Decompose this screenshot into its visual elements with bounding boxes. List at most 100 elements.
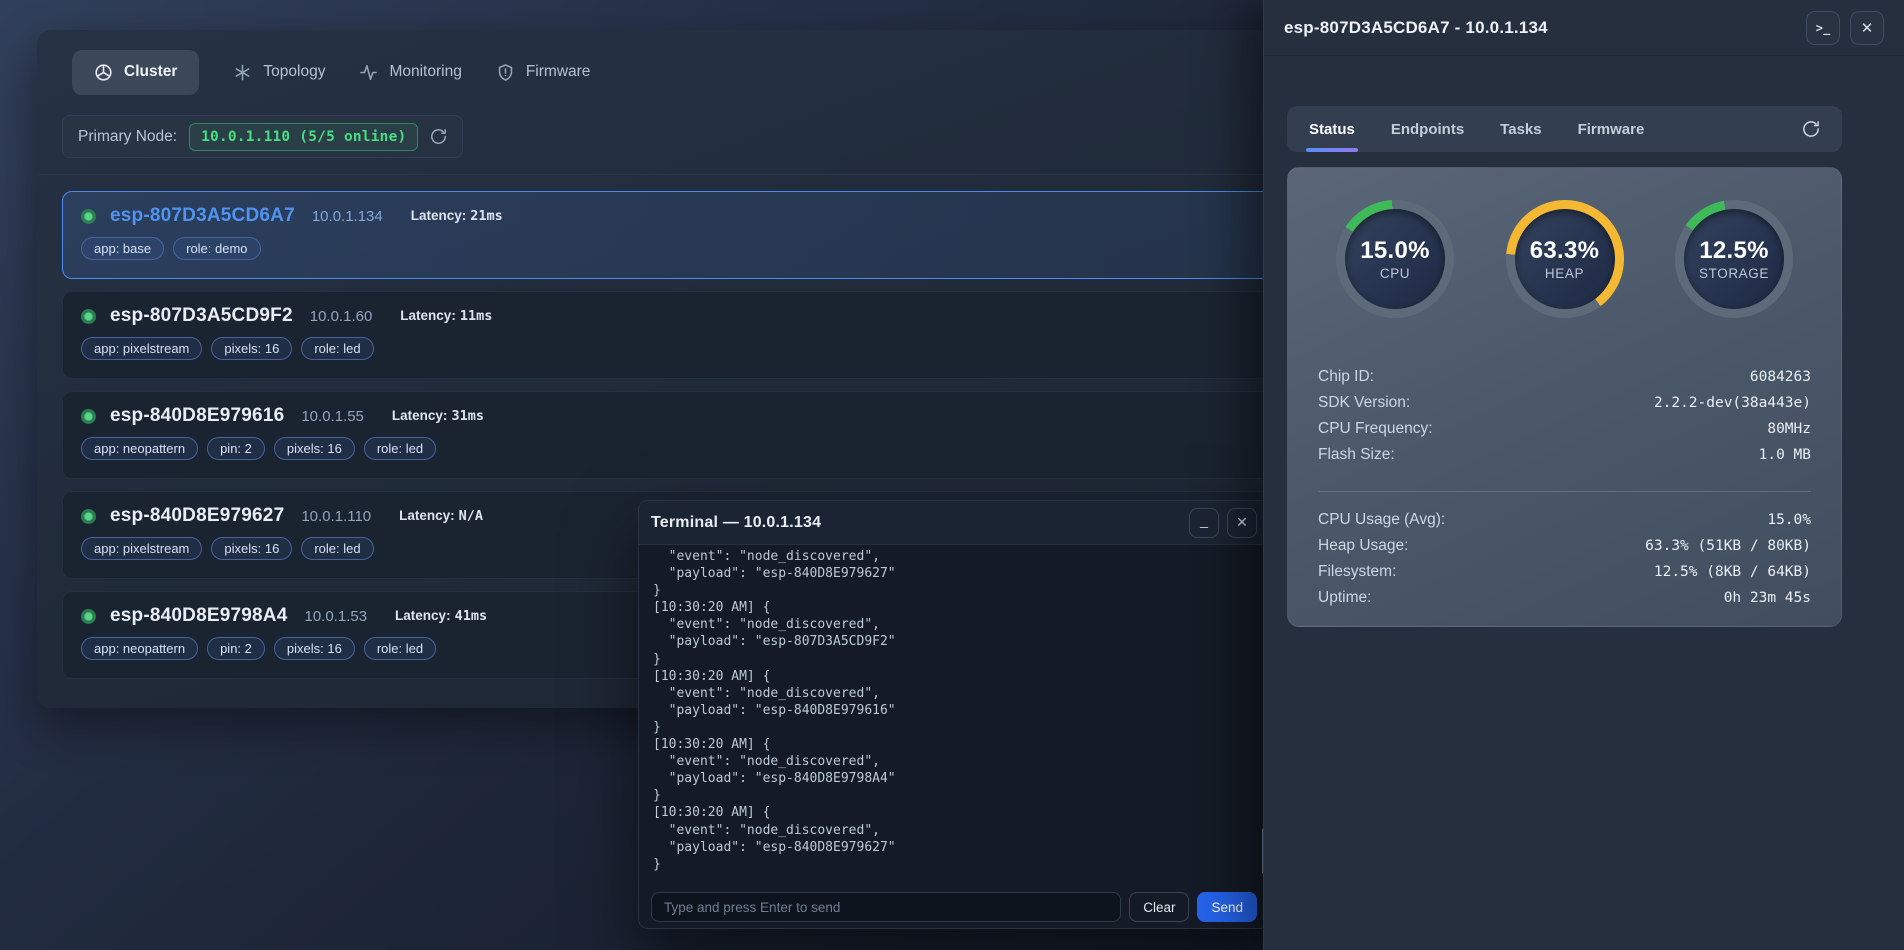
online-status-icon [81,309,96,324]
terminal-log: "event": "node_discovered", "payload": "… [639,545,1269,884]
terminal-title: Terminal — 10.0.1.134 [651,514,821,532]
gauge-label: CPU [1380,266,1410,281]
detail-row: SDK Version: 2.2.2-dev(38a443e) [1318,394,1811,420]
detail-row: CPU Frequency: 80MHz [1318,420,1811,446]
detail-row: Chip ID: 6084263 [1318,368,1811,394]
online-status-icon [81,409,96,424]
panel-title: esp-807D3A5CD6A7 - 10.0.1.134 [1284,18,1548,38]
terminal-input[interactable] [651,892,1121,922]
detail-value: 6084263 [1750,369,1811,385]
gauge-label: STORAGE [1699,266,1769,281]
panel-refresh-icon[interactable] [1802,120,1820,138]
terminal-prompt-icon: >_ [1816,21,1830,35]
node-latency: Latency:11ms [400,308,492,324]
node-name: esp-840D8E9798A4 [110,605,287,627]
panel-header: esp-807D3A5CD6A7 - 10.0.1.134 >_ ✕ [1264,0,1904,56]
gauges-row: 15.0%CPU 63.3%HEAP 12.5%STORAGE [1318,200,1811,318]
latency-value: 11ms [460,308,493,324]
panel-content: StatusEndpointsTasksFirmware 15.0%CPU63.… [1287,56,1842,627]
node-tag: role: demo [173,237,260,260]
detail-value: 0h 23m 45s [1724,590,1811,606]
node-tag: role: led [364,637,436,660]
clear-button[interactable]: Clear [1129,892,1189,922]
node-name: esp-840D8E979616 [110,405,284,427]
nav-tab-firmware[interactable]: Firmware [496,63,591,82]
node-tag: pixels: 16 [274,637,355,660]
panel-tab-firmware[interactable]: Firmware [1578,106,1645,152]
detail-row: Filesystem:12.5% (8KB / 64KB) [1318,563,1811,589]
minimize-icon: _ [1200,512,1208,528]
panel-close-button[interactable]: ✕ [1850,11,1884,45]
node-name: esp-840D8E979627 [110,505,284,527]
detail-label: CPU Frequency: [1318,420,1433,438]
panel-tab-endpoints[interactable]: Endpoints [1391,106,1464,152]
panel-tabs: Status Endpoints Tasks Firmware [1287,106,1842,152]
send-button[interactable]: Send [1197,892,1257,922]
firmware-icon [496,63,515,82]
nav-tab-label: Monitoring [389,63,461,81]
detail-row: Flash Size: 1.0 MB [1318,446,1811,472]
refresh-icon[interactable] [430,128,447,145]
nav-tab-label: Cluster [124,63,177,81]
node-latency: Latency:21ms [411,208,503,224]
node-latency: Latency:31ms [392,408,484,424]
detail-value: 1.0 MB [1759,447,1811,463]
close-button[interactable]: ✕ [1227,508,1257,538]
detail-label: SDK Version: [1318,394,1410,412]
gauge-inner: 63.3%HEAP [1515,209,1615,309]
online-status-icon [81,609,96,624]
panel-tab-status[interactable]: Status [1309,106,1355,152]
primary-node-label: Primary Node: [78,128,177,146]
detail-label: Uptime: [1318,589,1371,607]
online-status-icon [81,509,96,524]
nav-tab-cluster[interactable]: Cluster [72,50,199,95]
gauge-cpu: 15.0%CPU [1336,200,1454,318]
primary-node-bar: Primary Node: 10.0.1.110 (5/5 online) [62,115,463,158]
monitoring-icon [359,63,378,82]
latency-value: N/A [459,508,483,524]
open-terminal-button[interactable]: >_ [1806,11,1840,45]
detail-row: Heap Usage:63.3% (51KB / 80KB) [1318,537,1811,563]
status-card: 15.0%CPU63.3%HEAP12.5%STORAGE Chip ID:60… [1287,167,1842,627]
detail-label: Heap Usage: [1318,537,1408,555]
node-tag: pixels: 16 [211,537,292,560]
detail-value: 2.2.2-dev(38a443e) [1654,395,1811,411]
cluster-icon [94,63,113,82]
panel-tab-tasks[interactable]: Tasks [1500,106,1541,152]
detail-row: Uptime: 0h 23m 45s [1318,589,1811,615]
terminal-window: Terminal — 10.0.1.134 _ ✕ "event": "node… [638,500,1270,929]
detail-value: 12.5% (8KB / 64KB) [1654,564,1811,580]
node-tag: pin: 2 [207,637,265,660]
device-details: Chip ID: 6084263 SDK Version: 2.2.2-dev(38a… [1318,368,1811,472]
node-name: esp-807D3A5CD9F2 [110,305,293,327]
nav-tab-monitoring[interactable]: Monitoring [359,63,461,82]
node-tag: app: pixelstream [81,537,202,560]
detail-label: Chip ID: [1318,368,1374,386]
gauge-value: 12.5% [1699,237,1769,265]
terminal-input-row: Clear Send [639,884,1269,930]
nav-tab-label: Firmware [526,63,591,81]
node-tag: app: pixelstream [81,337,202,360]
node-tag: app: neopattern [81,437,198,460]
gauge-inner: 15.0%CPU [1345,209,1445,309]
node-tag: role: led [301,537,373,560]
details-divider [1318,491,1811,492]
node-ip: 10.0.1.53 [304,608,367,625]
terminal-header[interactable]: Terminal — 10.0.1.134 _ ✕ [639,501,1269,545]
detail-value: 15.0% [1767,512,1811,528]
usage-details: CPU Usage (Avg):15.0%Heap Usage:63.3% (5… [1318,511,1811,615]
latency-value: 31ms [451,408,484,424]
nav-tab-topology[interactable]: Topology [233,63,325,82]
latency-value: 41ms [455,608,488,624]
gauge-label: HEAP [1545,266,1584,281]
detail-label: Flash Size: [1318,446,1395,464]
node-latency: Latency:41ms [395,608,487,624]
node-tag: app: base [81,237,164,260]
primary-node-badge: 10.0.1.110 (5/5 online) [189,123,418,151]
close-icon: ✕ [1236,514,1248,531]
detail-value: 80MHz [1767,421,1811,437]
node-tag: pixels: 16 [274,437,355,460]
minimize-button[interactable]: _ [1189,508,1219,538]
node-tag: pin: 2 [207,437,265,460]
node-tag: pixels: 16 [211,337,292,360]
